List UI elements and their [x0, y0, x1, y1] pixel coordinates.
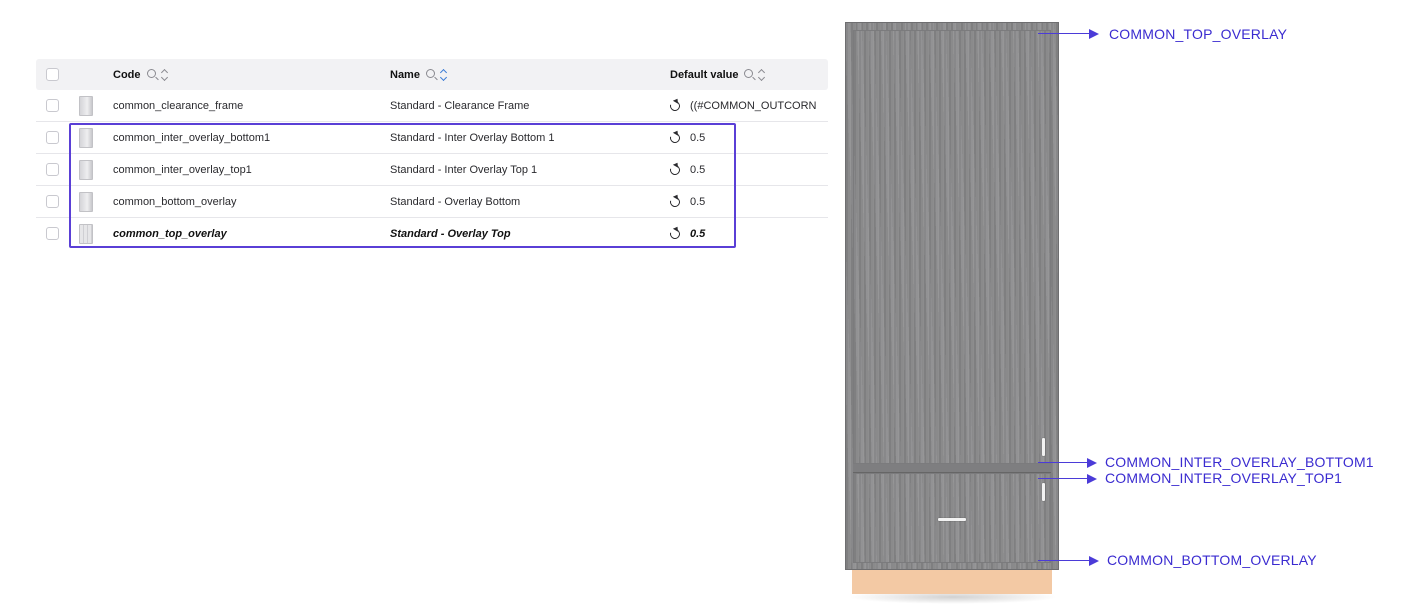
callout-line	[1038, 560, 1090, 561]
column-header-name[interactable]: Name	[390, 59, 650, 90]
callout-line	[1038, 478, 1088, 479]
selection-highlight-box	[69, 123, 736, 248]
cabinet-mid-rail	[853, 464, 1051, 473]
callout-top-overlay: COMMON_TOP_OVERLAY	[1109, 26, 1288, 42]
row-checkbox[interactable]	[46, 99, 59, 112]
door-handle-icon	[1042, 483, 1045, 501]
row-checkbox[interactable]	[46, 131, 59, 144]
callout-line	[1038, 462, 1088, 463]
reset-icon[interactable]	[670, 98, 682, 113]
table-row[interactable]: common_clearance_frame Standard - Cleara…	[36, 90, 828, 122]
column-header-default-value[interactable]: Default value	[670, 59, 828, 90]
search-icon[interactable]	[744, 69, 754, 78]
arrow-icon	[1089, 556, 1099, 566]
arrow-icon	[1087, 474, 1097, 484]
cabinet-top-door	[853, 30, 1051, 464]
callout-inter-overlay-bottom1: COMMON_INTER_OVERLAY_BOTTOM1	[1105, 454, 1374, 470]
cabinet-preview	[845, 22, 1059, 598]
sort-icon[interactable]	[758, 68, 766, 82]
callout-inter-overlay-top1: COMMON_INTER_OVERLAY_TOP1	[1105, 470, 1343, 486]
table-header: Code Name Default value	[36, 59, 828, 90]
door-handle-icon	[1042, 438, 1045, 456]
column-header-code-label: Code	[113, 68, 141, 81]
row-code: common_clearance_frame	[113, 99, 244, 112]
panel-thumbnail-icon	[79, 95, 93, 116]
row-default-value: ((#COMMON_OUTCORN	[690, 99, 817, 112]
column-header-code[interactable]: Code	[113, 59, 373, 90]
arrow-icon	[1087, 458, 1097, 468]
drawer-handle-icon	[938, 518, 966, 521]
cabinet-bottom-door	[853, 473, 1051, 563]
column-header-name-label: Name	[390, 68, 420, 81]
row-checkbox[interactable]	[46, 163, 59, 176]
sort-icon[interactable]	[440, 68, 448, 82]
search-icon[interactable]	[146, 69, 156, 78]
arrow-icon	[1089, 29, 1099, 39]
callout-line	[1038, 33, 1090, 34]
row-name: Standard - Clearance Frame	[390, 99, 530, 112]
sort-icon[interactable]	[161, 68, 169, 82]
cabinet-plinth	[852, 570, 1052, 594]
column-header-default-value-label: Default value	[670, 68, 739, 81]
select-all-checkbox[interactable]	[46, 68, 59, 81]
row-checkbox[interactable]	[46, 195, 59, 208]
row-checkbox[interactable]	[46, 227, 59, 240]
search-icon[interactable]	[425, 69, 435, 78]
callout-bottom-overlay: COMMON_BOTTOM_OVERLAY	[1107, 552, 1317, 568]
